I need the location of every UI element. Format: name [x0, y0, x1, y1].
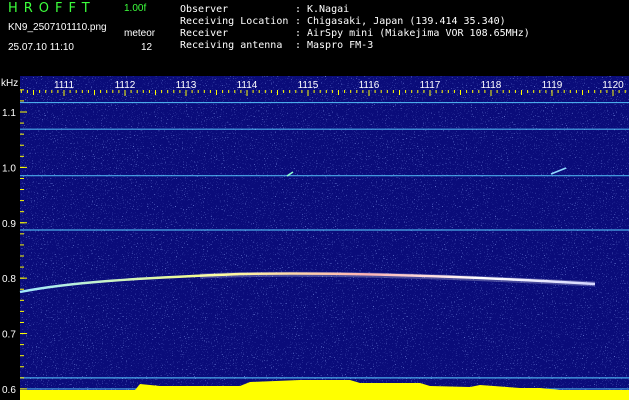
- time-tick-label: 1117: [420, 80, 441, 91]
- time-tick-label: 1115: [298, 80, 319, 91]
- app-title: HROFFT: [8, 1, 96, 16]
- meta-label: Receiver: [180, 28, 229, 39]
- freq-tick-label: 0.9: [2, 219, 16, 230]
- time-tick-label: 1120: [602, 80, 624, 91]
- meta-observer: Observer: K.Nagai: [180, 4, 349, 15]
- meta-sep: :: [295, 4, 302, 15]
- time-tick-label: 1112: [115, 80, 136, 91]
- meta-value: K.Nagai: [307, 4, 350, 15]
- spectrogram-noise: [20, 76, 629, 400]
- meta-value: Chigasaki, Japan (139.414 35.340): [307, 16, 506, 27]
- spectrogram-panel: kHz 1111 1112 1113 1114 1115 1116 1117 1118 1119…: [1, 76, 629, 400]
- freq-tick-label: 0.8: [2, 274, 16, 285]
- meta-sep: :: [295, 16, 302, 27]
- freq-tick-label: 0.6: [2, 385, 16, 396]
- datetime-label: 25.07.10 11:10: [8, 42, 74, 53]
- filename-label: KN9_2507101110.png: [8, 22, 107, 33]
- meta-label: Observer: [180, 4, 229, 15]
- freq-tick-label: 0.7: [2, 330, 16, 341]
- time-tick-label: 1118: [481, 80, 502, 91]
- version-label: 1.00f: [124, 3, 147, 14]
- meta-value: AirSpy mini (Miakejima VOR 108.65MHz): [307, 28, 530, 39]
- meta-sep: :: [295, 28, 302, 39]
- header-panel: HROFFT 1.00f KN9_2507101110.png meteor 2…: [0, 0, 629, 72]
- y-axis-unit: kHz: [1, 78, 18, 89]
- meta-antenna: Receiving antenna: Maspro FM-3: [180, 40, 373, 51]
- time-tick-label: 1119: [542, 80, 563, 91]
- time-tick-label: 1114: [237, 80, 258, 91]
- time-tick-label: 1111: [54, 80, 74, 91]
- freq-tick-label: 1.0: [2, 163, 16, 174]
- mode-label: meteor: [124, 28, 156, 39]
- meta-label: Receiving antenna: [180, 40, 283, 51]
- meta-sep: :: [295, 40, 302, 51]
- detection-count: 12: [141, 42, 153, 53]
- freq-tick-label: 1.1: [2, 108, 16, 119]
- time-tick-label: 1116: [359, 80, 380, 91]
- time-tick-label: 1113: [176, 80, 197, 91]
- meta-label: Receiving Location: [180, 16, 289, 27]
- meta-value: Maspro FM-3: [307, 40, 374, 51]
- meta-location: Receiving Location: Chigasaki, Japan (139…: [180, 16, 506, 27]
- meta-receiver: Receiver: AirSpy mini (Miakejima VOR 108.…: [180, 28, 530, 39]
